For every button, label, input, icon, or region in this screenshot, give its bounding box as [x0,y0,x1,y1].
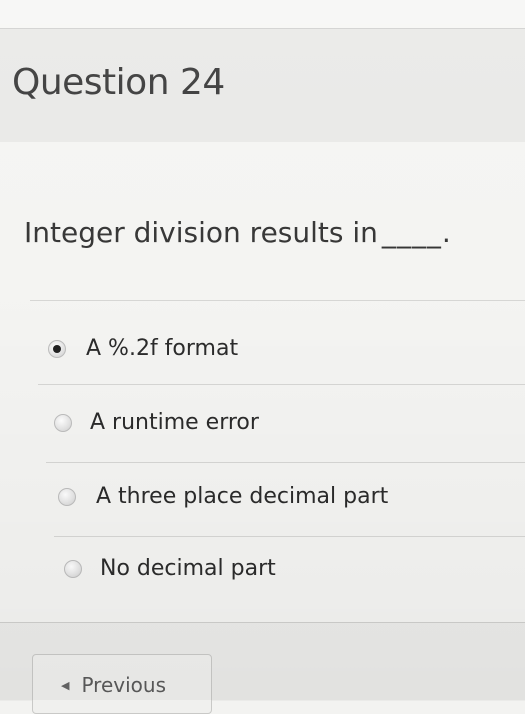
left-arrow-icon: ◀ [61,679,70,692]
previous-label: Previous [81,673,166,697]
radio-icon[interactable] [58,487,76,506]
top-strip [0,0,525,28]
radio-icon[interactable] [54,413,72,432]
answer-option-1[interactable]: A %.2f format [48,336,238,361]
question-blank: ____. [381,216,452,249]
divider [54,536,525,537]
question-body [0,142,525,622]
divider [30,300,525,301]
question-title: Question 24 [12,62,225,103]
radio-icon[interactable] [64,559,82,578]
answer-label: A three place decimal part [96,484,389,509]
question-text: Integer division results in ____. [24,216,452,249]
radio-selected-icon[interactable] [48,339,66,358]
answer-option-4[interactable]: No decimal part [64,556,276,581]
answer-option-2[interactable]: A runtime error [54,410,259,435]
answer-label: A runtime error [90,410,259,435]
divider [38,384,525,385]
previous-button[interactable]: ◀ Previous [32,654,212,714]
divider [46,462,525,463]
answer-label: A %.2f format [86,336,239,361]
answer-option-3[interactable]: A three place decimal part [58,484,388,509]
question-prompt: Integer division results in [24,216,378,249]
answer-label: No decimal part [100,556,276,581]
